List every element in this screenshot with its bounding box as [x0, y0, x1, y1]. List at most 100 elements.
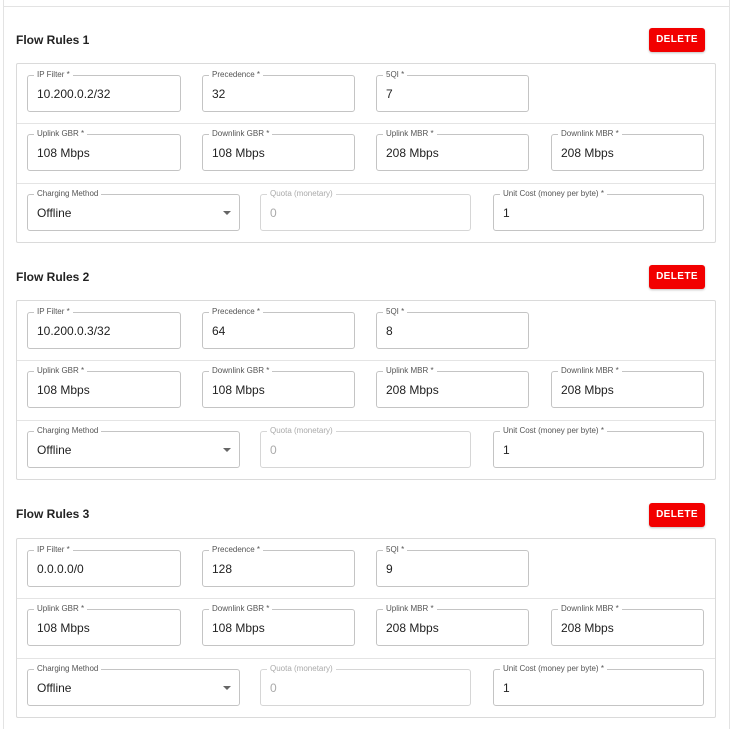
- charging-method-value: Offline: [37, 681, 72, 695]
- quota-label: Quota (monetary): [267, 664, 336, 674]
- unit-cost-label: Unit Cost (money per byte) *: [500, 664, 607, 674]
- uplink-gbr-field[interactable]: Uplink GBR * 108 Mbps: [27, 366, 181, 408]
- downlink-mbr-label: Downlink MBR *: [558, 129, 622, 139]
- unit-cost-field[interactable]: Unit Cost (money per byte) * 1: [493, 664, 704, 706]
- uplink-gbr-value: 108 Mbps: [37, 621, 90, 635]
- ip-filter-field[interactable]: IP Filter * 0.0.0.0/0: [27, 545, 181, 587]
- downlink-gbr-field[interactable]: Downlink GBR * 108 Mbps: [202, 366, 355, 408]
- charging-method-label: Charging Method: [34, 189, 102, 199]
- quota-label: Quota (monetary): [267, 189, 336, 199]
- uplink-mbr-field[interactable]: Uplink MBR * 208 Mbps: [376, 129, 529, 171]
- quota-field: Quota (monetary) 0: [260, 426, 471, 468]
- ip-filter-value: 10.200.0.2/32: [37, 87, 111, 101]
- precedence-label: Precedence *: [209, 70, 264, 80]
- charging-method-label: Charging Method: [34, 426, 102, 436]
- downlink-gbr-label: Downlink GBR *: [209, 129, 273, 139]
- precedence-label: Precedence *: [209, 545, 264, 555]
- downlink-mbr-label: Downlink MBR *: [558, 604, 622, 614]
- ip-filter-label: IP Filter *: [34, 70, 73, 80]
- 5qi-label: 5QI *: [383, 70, 408, 80]
- downlink-gbr-label: Downlink GBR *: [209, 366, 273, 376]
- divider: [17, 360, 715, 361]
- 5qi-field[interactable]: 5QI * 9: [376, 545, 529, 587]
- divider: [17, 420, 715, 421]
- quota-value: 0: [270, 681, 277, 695]
- unit-cost-field[interactable]: Unit Cost (money per byte) * 1: [493, 426, 704, 468]
- quota-label: Quota (monetary): [267, 426, 336, 436]
- quota-field: Quota (monetary) 0: [260, 664, 471, 706]
- uplink-mbr-field[interactable]: Uplink MBR * 208 Mbps: [376, 604, 529, 646]
- charging-method-value: Offline: [37, 206, 72, 220]
- charging-method-select[interactable]: Charging Method Offline: [27, 189, 240, 231]
- precedence-value: 32: [212, 87, 226, 101]
- 5qi-value: 8: [386, 324, 393, 338]
- ip-filter-field[interactable]: IP Filter * 10.200.0.2/32: [27, 70, 181, 112]
- charging-method-select[interactable]: Charging Method Offline: [27, 664, 240, 706]
- uplink-gbr-value: 108 Mbps: [37, 383, 90, 397]
- downlink-gbr-field[interactable]: Downlink GBR * 108 Mbps: [202, 604, 355, 646]
- downlink-mbr-field[interactable]: Downlink MBR * 208 Mbps: [551, 604, 704, 646]
- downlink-mbr-value: 208 Mbps: [561, 146, 614, 160]
- uplink-mbr-field[interactable]: Uplink MBR * 208 Mbps: [376, 366, 529, 408]
- ip-filter-label: IP Filter *: [34, 545, 73, 555]
- unit-cost-label: Unit Cost (money per byte) *: [500, 426, 607, 436]
- downlink-gbr-value: 108 Mbps: [212, 383, 265, 397]
- uplink-mbr-value: 208 Mbps: [386, 621, 439, 635]
- precedence-field[interactable]: Precedence * 64: [202, 307, 355, 349]
- uplink-mbr-value: 208 Mbps: [386, 146, 439, 160]
- precedence-label: Precedence *: [209, 307, 264, 317]
- precedence-field[interactable]: Precedence * 32: [202, 70, 355, 112]
- downlink-mbr-value: 208 Mbps: [561, 621, 614, 635]
- unit-cost-value: 1: [503, 443, 510, 457]
- ip-filter-label: IP Filter *: [34, 307, 73, 317]
- quota-value: 0: [270, 443, 277, 457]
- ip-filter-value: 10.200.0.3/32: [37, 324, 111, 338]
- flow-rule-card: IP Filter * 10.200.0.3/32 Precedence * 6…: [16, 300, 716, 480]
- chevron-down-icon[interactable]: [223, 448, 231, 452]
- precedence-value: 64: [212, 324, 226, 338]
- flow-rule-title: Flow Rules 3: [16, 507, 90, 521]
- delete-button[interactable]: DELETE: [649, 28, 705, 52]
- divider: [3, 6, 730, 7]
- uplink-gbr-label: Uplink GBR *: [34, 366, 88, 376]
- charging-method-label: Charging Method: [34, 664, 102, 674]
- divider: [17, 183, 715, 184]
- unit-cost-value: 1: [503, 681, 510, 695]
- downlink-mbr-label: Downlink MBR *: [558, 366, 622, 376]
- unit-cost-value: 1: [503, 206, 510, 220]
- flow-rule-card: IP Filter * 10.200.0.2/32 Precedence * 3…: [16, 63, 716, 243]
- downlink-gbr-label: Downlink GBR *: [209, 604, 273, 614]
- unit-cost-field[interactable]: Unit Cost (money per byte) * 1: [493, 189, 704, 231]
- downlink-gbr-field[interactable]: Downlink GBR * 108 Mbps: [202, 129, 355, 171]
- 5qi-field[interactable]: 5QI * 7: [376, 70, 529, 112]
- precedence-value: 128: [212, 562, 233, 576]
- precedence-field[interactable]: Precedence * 128: [202, 545, 355, 587]
- downlink-mbr-field[interactable]: Downlink MBR * 208 Mbps: [551, 366, 704, 408]
- uplink-gbr-field[interactable]: Uplink GBR * 108 Mbps: [27, 129, 181, 171]
- chevron-down-icon[interactable]: [223, 686, 231, 690]
- uplink-mbr-label: Uplink MBR *: [383, 604, 437, 614]
- flow-rule-title: Flow Rules 1: [16, 33, 90, 47]
- charging-method-select[interactable]: Charging Method Offline: [27, 426, 240, 468]
- uplink-mbr-label: Uplink MBR *: [383, 366, 437, 376]
- 5qi-field[interactable]: 5QI * 8: [376, 307, 529, 349]
- quota-field: Quota (monetary) 0: [260, 189, 471, 231]
- ip-filter-field[interactable]: IP Filter * 10.200.0.3/32: [27, 307, 181, 349]
- downlink-gbr-value: 108 Mbps: [212, 621, 265, 635]
- 5qi-label: 5QI *: [383, 545, 408, 555]
- chevron-down-icon[interactable]: [223, 211, 231, 215]
- downlink-mbr-field[interactable]: Downlink MBR * 208 Mbps: [551, 129, 704, 171]
- quota-value: 0: [270, 206, 277, 220]
- uplink-gbr-value: 108 Mbps: [37, 146, 90, 160]
- uplink-gbr-field[interactable]: Uplink GBR * 108 Mbps: [27, 604, 181, 646]
- delete-button[interactable]: DELETE: [649, 265, 705, 289]
- downlink-mbr-value: 208 Mbps: [561, 383, 614, 397]
- divider: [17, 658, 715, 659]
- divider: [17, 598, 715, 599]
- ip-filter-value: 0.0.0.0/0: [37, 562, 84, 576]
- delete-button[interactable]: DELETE: [649, 503, 705, 527]
- divider: [17, 123, 715, 124]
- unit-cost-label: Unit Cost (money per byte) *: [500, 189, 607, 199]
- flow-rule-title: Flow Rules 2: [16, 270, 90, 284]
- charging-method-value: Offline: [37, 443, 72, 457]
